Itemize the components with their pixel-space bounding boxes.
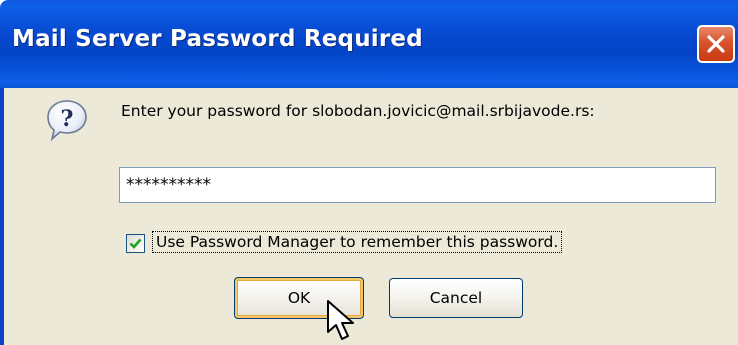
svg-text:?: ? [61,106,74,132]
password-dialog: Mail Server Password Required ? Enter yo… [0,0,738,345]
password-prompt: Enter your password for slobodan.jovicic… [121,102,595,120]
password-field[interactable] [119,167,716,203]
close-button[interactable] [697,25,735,63]
question-icon: ? [47,100,87,142]
checkmark-icon [129,238,142,249]
remember-password-checkbox[interactable] [126,234,145,253]
cancel-button[interactable]: Cancel [389,278,523,318]
dialog-body [4,88,738,345]
dialog-title: Mail Server Password Required [12,26,423,52]
close-icon [707,35,725,53]
mouse-cursor-icon [327,300,354,340]
remember-password-label[interactable]: Use Password Manager to remember this pa… [152,231,563,253]
title-bar[interactable]: Mail Server Password Required [0,0,738,88]
